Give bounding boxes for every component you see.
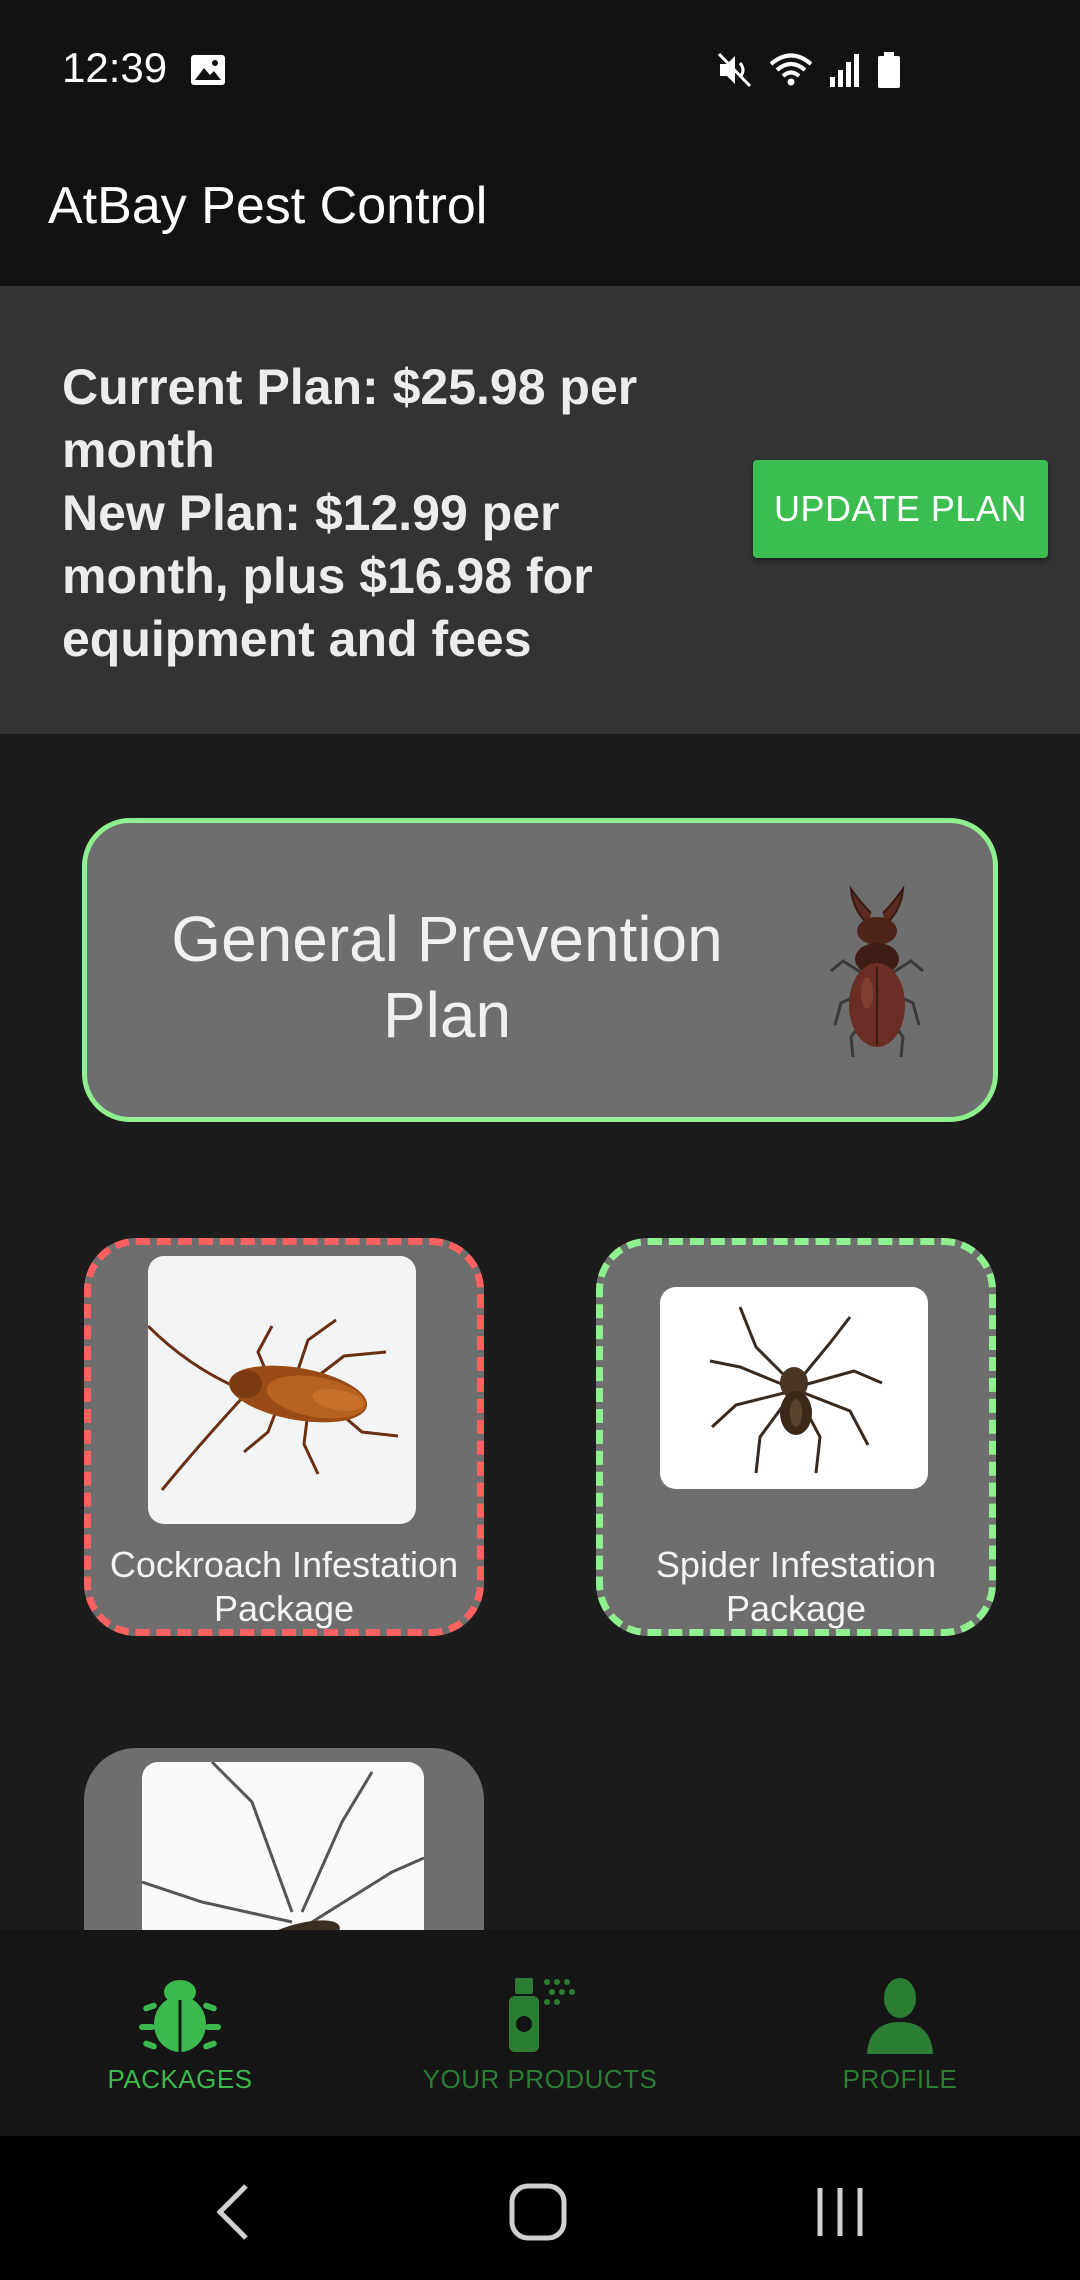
status-bar: 12:39: [0, 0, 1080, 140]
general-prevention-plan-card[interactable]: General Prevention Plan: [82, 818, 998, 1122]
current-plan-text: Current Plan: $25.98 per month: [62, 359, 638, 478]
spider-package-card[interactable]: Spider Infestation Package: [596, 1238, 996, 1636]
nav-your-products[interactable]: YOUR PRODUCTS: [360, 1930, 720, 2136]
bug-icon: [139, 1980, 221, 2052]
cockroach-package-label: Cockroach Infestation Package: [109, 1544, 459, 1629]
signal-icon: [830, 54, 859, 87]
mute-icon: [717, 52, 752, 88]
nav-packages[interactable]: PACKAGES: [0, 1930, 360, 2136]
plan-banner: Current Plan: $25.98 per month New Plan:…: [0, 286, 1080, 734]
nav-profile[interactable]: PROFILE: [720, 1930, 1080, 2136]
spider-illustration: [709, 1306, 883, 1474]
app-title: AtBay Pest Control: [48, 177, 488, 235]
cockroach-package-card[interactable]: Cockroach Infestation Package: [84, 1238, 484, 1636]
mosquito-package-card[interactable]: [84, 1748, 484, 1930]
app-bar: AtBay Pest Control: [0, 140, 1080, 286]
bottom-nav: PACKAGES YOUR PRODUCTS PROFILE: [0, 1930, 1080, 2136]
home-icon[interactable]: [498, 2172, 578, 2252]
spray-can-icon: [509, 1978, 575, 2052]
mosquito-illustration: [142, 1762, 424, 1930]
recent-apps-icon[interactable]: [800, 2172, 880, 2252]
general-plan-title: General Prevention Plan: [171, 903, 723, 1051]
new-plan-text: New Plan: $12.99 per month, plus $16.98 …: [62, 485, 593, 667]
packages-list[interactable]: General Prevention Plan Cockroach Infest…: [0, 734, 1080, 1930]
stag-beetle-image: [830, 885, 924, 1058]
cockroach-illustration: [148, 1318, 399, 1491]
update-plan-button[interactable]: UPDATE PLAN: [753, 460, 1048, 558]
person-icon: [867, 1978, 933, 2054]
nav-profile-label: PROFILE: [842, 2064, 958, 2094]
status-time: 12:39: [62, 44, 168, 91]
nav-your-products-label: YOUR PRODUCTS: [422, 2064, 658, 2094]
mosquito-image: [142, 1762, 424, 1930]
cockroach-image: [148, 1256, 416, 1524]
status-icons: [716, 50, 902, 90]
system-nav-bar: [0, 2136, 1080, 2280]
battery-icon: [878, 52, 900, 88]
spider-package-label: Spider Infestation Package: [655, 1544, 937, 1629]
wifi-icon: [769, 53, 813, 86]
plan-summary: Current Plan: $25.98 per month New Plan:…: [62, 356, 702, 671]
nav-packages-label: PACKAGES: [107, 2064, 253, 2094]
spider-image: [660, 1287, 928, 1489]
image-icon: [191, 55, 225, 85]
back-icon[interactable]: [196, 2172, 276, 2252]
